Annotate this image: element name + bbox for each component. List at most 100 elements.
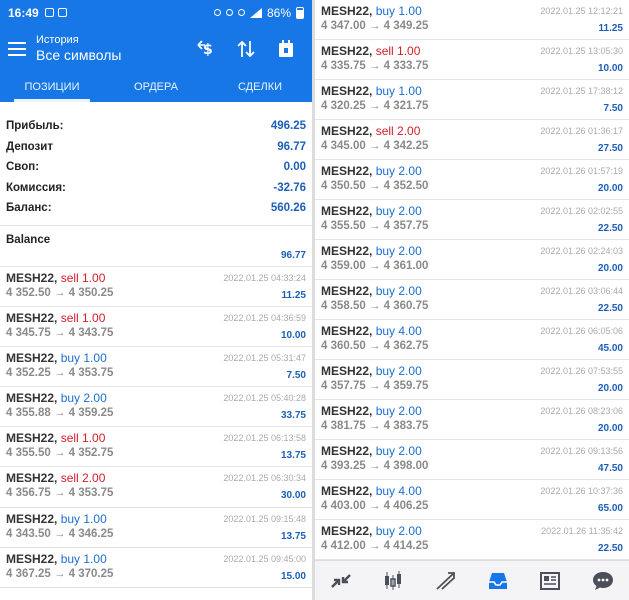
nav-trade[interactable] [432, 567, 460, 595]
trade-row[interactable]: MESH22, sell 1.00 4 352.50 → 4 350.25 20… [0, 267, 312, 307]
nav-history[interactable] [484, 567, 512, 595]
trade-row[interactable]: MESH22, sell 2.00 4 345.00 → 4 342.25 20… [315, 120, 629, 160]
nav-chart[interactable] [379, 567, 407, 595]
trade-date: 2022.01.25 12:12:21 [540, 6, 623, 16]
trade-profit: 20.00 [597, 183, 623, 194]
trade-prices: 4 357.75 → 4 359.75 [321, 380, 429, 392]
trade-row[interactable]: MESH22, sell 1.00 4 335.75 → 4 333.75 20… [315, 40, 629, 80]
summary-value: 96.77 [277, 140, 306, 153]
trade-row[interactable]: MESH22, buy 2.00 4 381.75 → 4 383.75 202… [315, 400, 629, 440]
trade-prices: 4 355.50 → 4 357.75 [321, 220, 429, 232]
trade-symbol: MESH22, [321, 124, 373, 138]
trade-direction: buy 1.00 [60, 511, 107, 526]
trade-row[interactable]: MESH22, buy 1.00 4 343.50 → 4 346.25 202… [0, 508, 312, 548]
summary-row-swap: Своп: 0.00 [6, 157, 306, 178]
trade-row[interactable]: MESH22, buy 2.00 4 393.25 → 4 398.00 202… [315, 440, 629, 480]
status-time: 16:49 [8, 5, 39, 20]
trade-row[interactable]: MESH22, sell 2.00 4 356.75 → 4 353.75 20… [0, 467, 312, 508]
tab-positions[interactable]: ПОЗИЦИИ [0, 72, 104, 102]
notification-icons [44, 8, 67, 17]
status-bar: 16:49 86% [0, 0, 312, 25]
balance-entry[interactable]: Balance 96.77 [0, 226, 312, 267]
summary-row-balance: Баланс: 560.26 [6, 198, 306, 219]
trade-row[interactable]: MESH22, buy 4.00 4 403.00 → 4 406.25 202… [315, 480, 629, 520]
tab-deals[interactable]: СДЕЛКИ [208, 72, 312, 102]
toolbar-titles: История Все символы [36, 34, 121, 63]
trade-date: 2022.01.26 08:23:06 [540, 406, 623, 416]
summary-label: Прибыль: [6, 120, 64, 133]
trade-direction: buy 2.00 [375, 404, 422, 418]
trade-row[interactable]: MESH22, buy 2.00 4 412.00 → 4 414.25 202… [315, 520, 629, 560]
trade-row[interactable]: MESH22, buy 2.00 4 355.50 → 4 357.75 202… [315, 200, 629, 240]
toolbar-actions: $ [196, 39, 296, 59]
trade-row[interactable]: MESH22, buy 4.00 4 360.50 → 4 362.75 202… [315, 320, 629, 360]
trade-prices: 4 359.00 → 4 361.00 [321, 260, 429, 272]
trade-prices: 4 347.00 → 4 349.25 [321, 20, 429, 32]
trade-date: 2022.01.25 17:38:12 [540, 86, 623, 96]
trade-row[interactable]: MESH22, buy 2.00 4 350.50 → 4 352.50 202… [315, 160, 629, 200]
trade-profit: 22.50 [597, 223, 623, 234]
trade-row[interactable]: MESH22, buy 1.00 4 367.25 → 4 370.25 202… [0, 548, 312, 588]
trade-symbol: MESH22, [321, 444, 373, 458]
trade-row[interactable]: MESH22, sell 1.00 4 355.50 → 4 352.75 20… [0, 427, 312, 468]
menu-icon[interactable] [8, 41, 26, 56]
trade-row[interactable]: MESH22, buy 2.00 4 355.88 → 4 359.25 202… [0, 387, 312, 428]
calendar-icon[interactable] [276, 39, 296, 59]
tab-orders[interactable]: ОРДЕРА [104, 72, 208, 102]
nav-messages[interactable] [589, 567, 617, 595]
trade-date: 2022.01.25 05:40:28 [223, 393, 306, 404]
sort-icon[interactable] [236, 39, 256, 59]
trade-prices: 4 355.50 → 4 352.75 [6, 447, 114, 460]
tab-bar: ПОЗИЦИИ ОРДЕРА СДЕЛКИ [0, 72, 312, 102]
nav-quotes[interactable] [327, 567, 355, 595]
summary-value: 560.26 [270, 202, 306, 215]
trade-profit: 20.00 [597, 423, 623, 434]
trade-row[interactable]: MESH22, sell 1.00 4 345.75 → 4 343.75 20… [0, 307, 312, 347]
summary-value: 0.00 [283, 161, 306, 174]
trade-direction: buy 1.00 [60, 350, 107, 365]
trade-date: 2022.01.26 01:57:19 [540, 166, 623, 176]
trade-list-left: MESH22, sell 1.00 4 352.50 → 4 350.25 20… [0, 267, 312, 588]
currency-filter-icon[interactable]: $ [196, 39, 216, 59]
trade-profit: 47.50 [597, 463, 623, 474]
bottom-navigation [315, 560, 629, 600]
nav-news[interactable] [536, 567, 564, 595]
trade-symbol: MESH22, [321, 324, 373, 338]
summary-row-deposit: Депозит 96.77 [6, 137, 306, 158]
app-toolbar: История Все символы $ [0, 25, 312, 72]
trade-symbol: MESH22, [6, 471, 58, 486]
trade-row[interactable]: MESH22, buy 1.00 4 320.25 → 4 321.75 202… [315, 80, 629, 120]
trade-date: 2022.01.26 11:35:42 [541, 526, 623, 536]
toolbar-title[interactable]: Все символы [36, 47, 121, 63]
trade-date: 2022.01.26 06:05:06 [540, 326, 623, 336]
trade-direction: buy 2.00 [375, 244, 422, 258]
trade-row[interactable]: MESH22, buy 2.00 4 357.75 → 4 359.75 202… [315, 360, 629, 400]
trade-direction: buy 2.00 [60, 391, 107, 406]
trade-date: 2022.01.25 05:31:47 [223, 352, 306, 363]
trade-direction: sell 1.00 [60, 310, 106, 325]
trade-profit: 20.00 [597, 383, 623, 394]
balance-value: 96.77 [280, 249, 306, 261]
trade-prices: 4 381.75 → 4 383.75 [321, 420, 429, 432]
trade-symbol: MESH22, [321, 84, 373, 98]
bluetooth-icon [225, 9, 233, 16]
calendar-icon [57, 8, 67, 17]
toolbar-subtitle: История [36, 34, 79, 46]
trade-date: 2022.01.26 01:36:17 [540, 126, 623, 136]
trade-symbol: MESH22, [321, 404, 373, 418]
summary-block: Прибыль: 496.25 Депозит 96.77 Своп: 0.00 Ко… [0, 102, 312, 219]
trade-prices: 4 343.50 → 4 346.25 [6, 527, 114, 540]
trade-prices: 4 355.88 → 4 359.25 [6, 407, 114, 420]
summary-label: Баланс: [6, 202, 52, 215]
summary-row-profit: Прибыль: 496.25 [6, 116, 306, 137]
trade-row[interactable]: MESH22, buy 2.00 4 359.00 → 4 361.00 202… [315, 240, 629, 280]
trade-profit: 20.00 [597, 263, 623, 274]
trade-row[interactable]: MESH22, buy 1.00 4 352.25 → 4 353.75 202… [0, 347, 312, 388]
summary-value: -32.76 [273, 181, 306, 194]
trade-row[interactable]: MESH22, buy 1.00 4 347.00 → 4 349.25 202… [315, 0, 629, 40]
trade-date: 2022.01.26 10:37:36 [540, 486, 623, 496]
summary-row-commission: Комиссия: -32.76 [6, 178, 306, 199]
trade-direction: sell 1.00 [60, 431, 106, 446]
balance-title: Balance [6, 233, 51, 246]
trade-row[interactable]: MESH22, buy 2.00 4 358.50 → 4 360.75 202… [315, 280, 629, 320]
